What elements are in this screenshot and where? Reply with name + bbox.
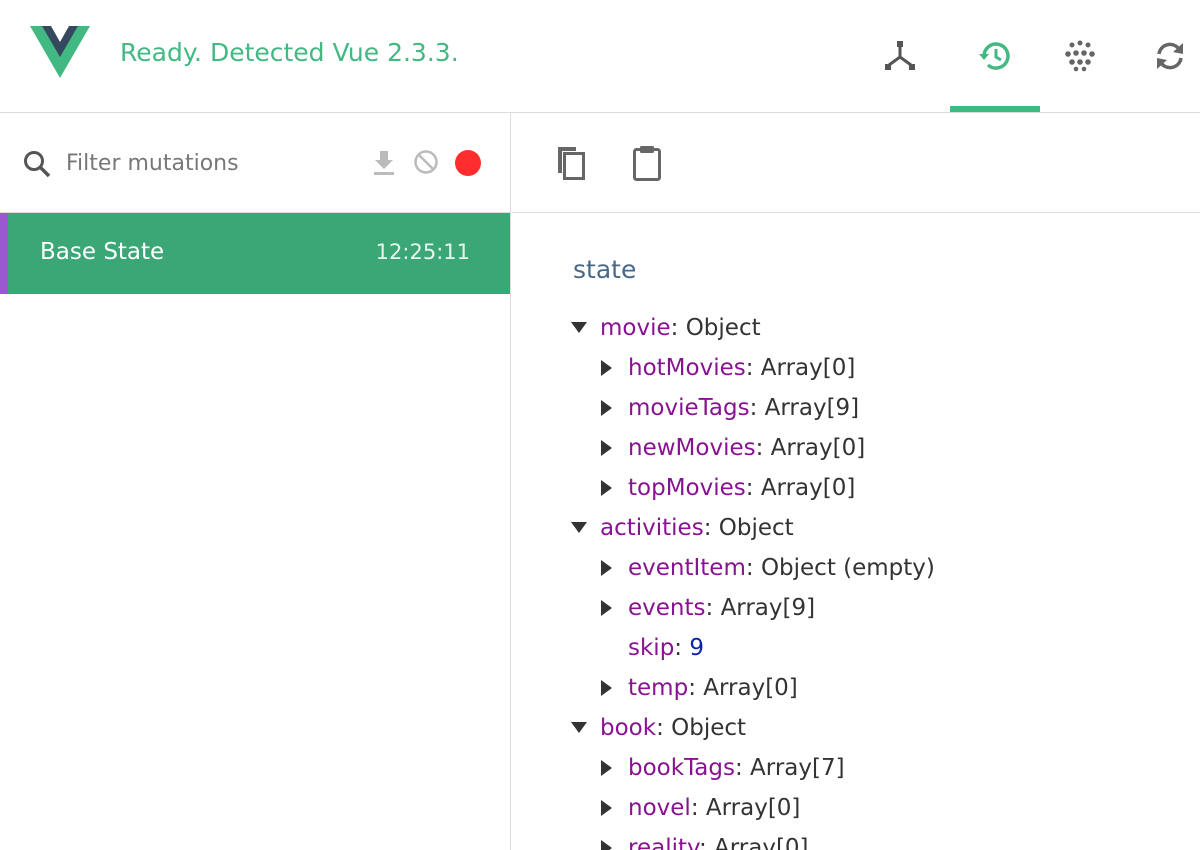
refresh-button[interactable]	[1125, 0, 1200, 112]
dots-grid-icon	[1065, 40, 1095, 72]
tree-value: Object (empty)	[760, 555, 935, 581]
tree-key: bookTags	[628, 755, 735, 781]
tree-separator: :	[698, 835, 714, 850]
tree-value: Object	[685, 315, 761, 341]
vuex-tab[interactable]	[950, 0, 1040, 112]
tree-separator: :	[745, 555, 761, 581]
tree-separator: :	[674, 635, 690, 661]
tree-value: Array[7]	[750, 755, 845, 781]
tree-key: topMovies	[628, 475, 746, 501]
collapsed-arrow-icon[interactable]	[598, 828, 616, 850]
record-button[interactable]	[455, 150, 481, 176]
tree-key: skip	[628, 635, 675, 661]
collapsed-arrow-icon[interactable]	[598, 388, 616, 428]
tree-separator: :	[734, 755, 751, 781]
state-title: state	[573, 255, 637, 284]
tree-separator: :	[749, 395, 765, 421]
expanded-arrow-icon[interactable]	[570, 508, 588, 548]
collapsed-arrow-icon[interactable]	[598, 788, 616, 828]
tree-value: Array[0]	[760, 355, 856, 381]
tree-separator: :	[703, 515, 719, 541]
tree-separator: :	[745, 355, 761, 381]
events-tab[interactable]	[1035, 0, 1125, 112]
tree-key: temp	[628, 675, 689, 701]
expanded-arrow-icon[interactable]	[570, 308, 588, 348]
search-icon	[24, 151, 51, 178]
tree-value: Array[0]	[770, 435, 866, 461]
component-tree-icon	[885, 41, 915, 70]
tree-key: reality	[628, 835, 699, 850]
paste-icon[interactable]	[629, 143, 665, 183]
tree-separator: :	[755, 435, 771, 461]
tree-key: activities	[600, 515, 704, 541]
tree-value: Array[0]	[705, 795, 801, 821]
tree-key: eventItem	[628, 555, 746, 581]
tree-value: Object	[671, 715, 747, 741]
inspector-toolbar	[512, 113, 1200, 213]
mutation-name: Base State	[40, 239, 165, 265]
collapsed-arrow-icon[interactable]	[598, 668, 616, 708]
tree-value: Array[0]	[703, 675, 798, 701]
vue-logo	[30, 26, 90, 78]
collapsed-arrow-icon[interactable]	[598, 548, 616, 588]
refresh-icon	[1157, 42, 1183, 70]
expanded-arrow-icon[interactable]	[570, 708, 588, 748]
mutations-toolbar	[0, 113, 511, 213]
download-icon[interactable]	[369, 147, 399, 177]
tree-separator: :	[670, 315, 686, 341]
tree-value: Array[0]	[760, 475, 856, 501]
top-bar: Ready. Detected Vue 2.3.3.	[0, 0, 1200, 113]
tree-key: movieTags	[628, 395, 750, 421]
tree-value: Array[9]	[764, 395, 860, 421]
filter-mutations-input[interactable]	[66, 143, 346, 183]
mutation-time: 12:25:11	[375, 240, 470, 264]
tree-separator: :	[688, 675, 704, 701]
copy-icon[interactable]	[552, 143, 588, 183]
history-icon	[979, 42, 1010, 70]
tree-key: book	[600, 715, 657, 741]
tree-key: movie	[600, 315, 671, 341]
collapsed-arrow-icon[interactable]	[598, 428, 616, 468]
tree-separator: :	[745, 475, 761, 501]
collapsed-arrow-icon[interactable]	[598, 348, 616, 388]
clear-icon[interactable]	[411, 147, 441, 177]
tree-separator: :	[705, 595, 721, 621]
components-tab[interactable]	[855, 0, 945, 112]
status-text: Ready. Detected Vue 2.3.3.	[120, 38, 459, 67]
mutation-row-base-state[interactable]: Base State 12:25:11	[0, 213, 510, 294]
tree-key: newMovies	[628, 435, 756, 461]
tree-value: Array[9]	[720, 595, 816, 621]
tree-value: Array[0]	[714, 835, 809, 850]
state-inspector: state movie: Object hotMovies: Array[0] mo…	[512, 113, 1200, 850]
collapsed-arrow-icon[interactable]	[598, 748, 616, 788]
tree-separator: :	[656, 715, 672, 741]
tree-key: hotMovies	[628, 355, 746, 381]
collapsed-arrow-icon[interactable]	[598, 588, 616, 628]
tree-value: Object	[718, 515, 794, 541]
collapsed-arrow-icon[interactable]	[598, 468, 616, 508]
tree-value: 9	[689, 635, 704, 661]
active-marker	[0, 213, 8, 294]
mutations-pane: Base State 12:25:11	[0, 113, 511, 850]
tree-separator: :	[690, 795, 706, 821]
tree-key: novel	[628, 795, 691, 821]
tree-key: events	[628, 595, 706, 621]
